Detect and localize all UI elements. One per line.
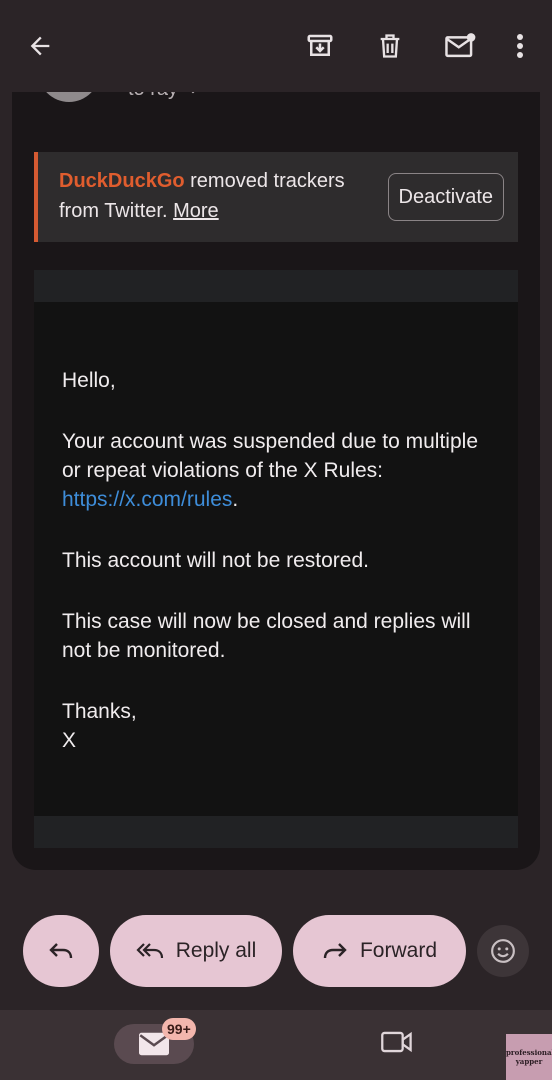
tracker-banner: DuckDuckGo removed trackers from Twitter… [34, 152, 518, 242]
message-body: Hello, Your account was suspended due to… [62, 366, 482, 787]
top-app-bar [0, 0, 552, 92]
rules-link[interactable]: https://x.com/rules [62, 488, 232, 511]
tracker-brand: DuckDuckGo [59, 170, 185, 192]
message-footer-strip [34, 816, 518, 848]
paragraph-not-restored: This account will not be restored. [62, 549, 369, 572]
more-vert-icon [517, 34, 523, 58]
nav-meet-tab[interactable] [380, 1028, 414, 1062]
reply-all-button[interactable]: Reply all [110, 915, 282, 987]
message-header-strip [34, 270, 518, 302]
signoff: Thanks, [62, 700, 137, 723]
watermark-line2: yapper [515, 1057, 543, 1066]
email-card: to ray DuckDuckGo removed trackers from … [12, 60, 540, 870]
signoff-block: Thanks, X [62, 697, 482, 755]
forward-icon [323, 943, 347, 959]
reply-all-icon [136, 943, 163, 959]
forward-label: Forward [359, 939, 438, 962]
video-icon [381, 1031, 412, 1053]
archive-icon [307, 34, 333, 56]
trash-icon [380, 34, 400, 58]
emoji-reaction-button[interactable] [477, 925, 529, 977]
watermark-line1: professional [506, 1048, 552, 1057]
emoji-icon [491, 939, 515, 963]
watermark-stamp: professional yapper [506, 1034, 552, 1080]
rules-link-suffix: . [232, 488, 239, 511]
arrow-left-icon [30, 36, 50, 56]
deactivate-button[interactable]: Deactivate [387, 173, 504, 221]
reply-button[interactable] [23, 915, 99, 987]
forward-button[interactable]: Forward [293, 915, 466, 987]
mail-unread-icon [445, 33, 476, 58]
reply-actions: Reply all Forward [0, 915, 552, 989]
reply-all-label: Reply all [175, 939, 257, 962]
more-link[interactable]: More [173, 200, 219, 222]
back-button[interactable] [18, 24, 62, 68]
delete-button[interactable] [368, 24, 412, 68]
paragraph-suspension-text: Your account was suspended due to multip… [62, 430, 479, 482]
signature: X [62, 729, 77, 752]
bottom-navigation: 99+ [0, 1010, 552, 1080]
more-options-button[interactable] [498, 24, 542, 68]
paragraph-suspension: Your account was suspended due to multip… [62, 427, 482, 514]
unread-count-badge: 99+ [162, 1018, 196, 1040]
archive-button[interactable] [298, 24, 342, 68]
paragraph-closed: This case will now be closed and replies… [62, 610, 471, 662]
tracker-banner-text: DuckDuckGo removed trackers from Twitter… [59, 166, 359, 226]
greeting: Hello, [62, 369, 116, 392]
mark-unread-button[interactable] [438, 24, 482, 68]
reply-icon [49, 943, 73, 959]
message-body-container: Hello, Your account was suspended due to… [34, 270, 518, 848]
